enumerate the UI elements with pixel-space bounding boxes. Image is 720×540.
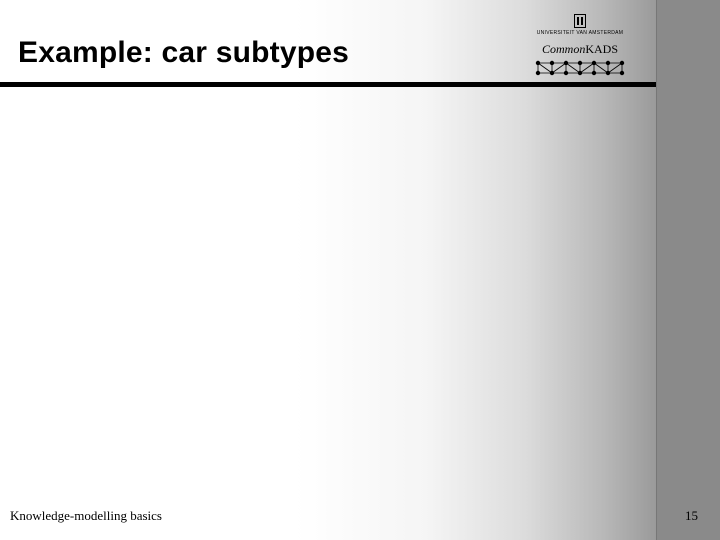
slide-footer: Knowledge-modelling basics 15 (0, 508, 720, 524)
network-icon (532, 59, 628, 77)
commonkads-logo: CommonKADS (532, 42, 628, 77)
uva-label: UNIVERSITEIT VAN AMSTERDAM (537, 30, 624, 36)
commonkads-roman: KADS (585, 42, 618, 56)
right-margin-strip (656, 0, 720, 540)
commonkads-italic: Common (542, 42, 585, 56)
page-number: 15 (685, 508, 698, 524)
footer-title: Knowledge-modelling basics (10, 508, 162, 524)
slide-body (0, 87, 656, 471)
commonkads-wordmark: CommonKADS (542, 42, 618, 57)
uva-logo: UNIVERSITEIT VAN AMSTERDAM (537, 14, 624, 36)
slide: Example: car subtypes UNIVERSITEIT VAN A… (0, 0, 656, 540)
logo-group: UNIVERSITEIT VAN AMSTERDAM CommonKADS (520, 14, 640, 77)
slide-header: Example: car subtypes UNIVERSITEIT VAN A… (0, 0, 656, 82)
uva-crest-icon (574, 14, 586, 28)
